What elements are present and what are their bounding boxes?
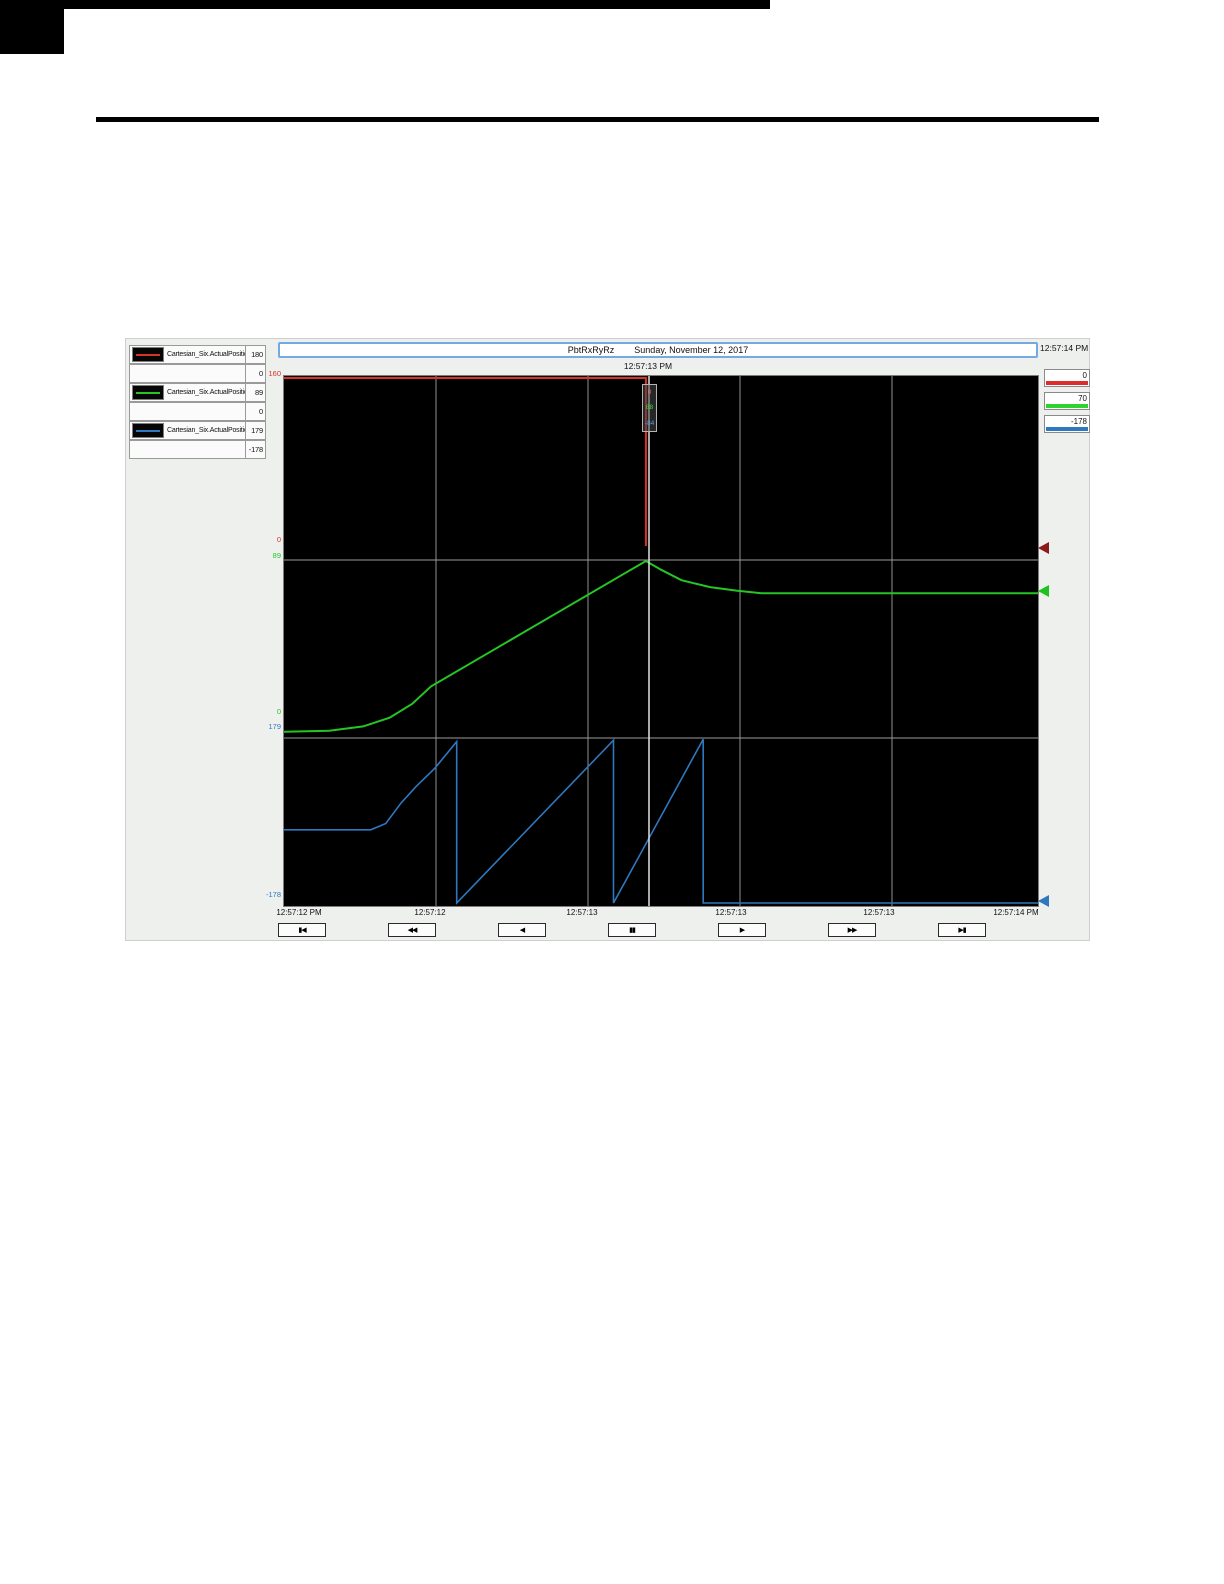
- x-axis-tick-label: 12:57:13: [566, 908, 598, 917]
- play-back-button[interactable]: ◀: [498, 923, 546, 937]
- legend-value: -178: [245, 440, 266, 459]
- cursor-time-label: 12:57:13 PM: [623, 361, 673, 371]
- pen-value: -178: [1070, 417, 1087, 426]
- pause-button[interactable]: ▮▮: [608, 923, 656, 937]
- legend-value: 89: [245, 383, 266, 402]
- trend-plot-area: [283, 375, 1039, 907]
- trace-blue: [284, 738, 1038, 905]
- y-axis-label-blue-max: 179: [268, 722, 281, 731]
- legend-value: 0: [245, 402, 266, 421]
- legend-value: 179: [245, 421, 266, 440]
- pen-color-bar: [1046, 427, 1088, 431]
- legend-tag-label: Cartesian_Six.ActualPosition[4]: [167, 389, 245, 396]
- y-axis-label-green-min: 0: [276, 707, 281, 716]
- pen-marker-arrow-blue: [1038, 895, 1049, 907]
- rewind-button[interactable]: ◀◀: [388, 923, 436, 937]
- pen-value-box-blue: -178: [1044, 415, 1090, 433]
- pen-swatch-blue: [132, 423, 164, 438]
- trace-red: [284, 377, 647, 546]
- cursor-value-blue: -84: [644, 419, 655, 427]
- y-axis-label-blue-min: -178: [265, 890, 281, 899]
- legend-row-tag: Cartesian_Six.ActualPosition[4]: [129, 383, 246, 402]
- cursor-value-red: 0: [647, 389, 652, 397]
- legend-row-tag: [129, 402, 246, 421]
- pen-value-box-green: 70: [1044, 392, 1090, 410]
- x-axis-tick-label: 12:57:14 PM: [993, 908, 1039, 917]
- step-start-button[interactable]: ▮◀: [278, 923, 326, 937]
- y-axis-label-red-max: 160: [268, 369, 281, 378]
- trace-green: [283, 559, 1038, 733]
- x-axis-tick-label: 12:57:12: [414, 908, 446, 917]
- trend-title-bar: PbtRxRyRz Sunday, November 12, 2017: [278, 342, 1038, 358]
- document-page: Cartesian_Six.ActualPosition[3] 180 0 Ca…: [0, 0, 1224, 1584]
- step-end-button[interactable]: ▶▮: [938, 923, 986, 937]
- pen-value: 70: [1078, 394, 1087, 403]
- pen-value: 0: [1082, 371, 1087, 380]
- pen-color-bar: [1046, 404, 1088, 408]
- current-time-label: 12:57:14 PM: [1040, 343, 1089, 353]
- legend-row-tag: Cartesian_Six.ActualPosition[3]: [129, 345, 246, 364]
- x-axis-tick-label: 12:57:13: [863, 908, 895, 917]
- legend-tag-label: Cartesian_Six.ActualPosition[5]: [167, 427, 245, 434]
- pen-swatch-green: [132, 385, 164, 400]
- legend-value: 180: [245, 345, 266, 364]
- trend-plot: [283, 376, 1038, 906]
- pen-value-box-red: 0: [1044, 369, 1090, 387]
- trend-title: PbtRxRyRz: [567, 345, 615, 355]
- cursor-value-flag[interactable]: 0 88 -84: [642, 384, 657, 432]
- pen-marker-arrow-green: [1038, 585, 1049, 597]
- play-forward-button[interactable]: ▶: [718, 923, 766, 937]
- y-axis-label-green-max: 89: [272, 551, 281, 560]
- legend-row-tag: [129, 364, 246, 383]
- fast-forward-button[interactable]: ▶▶: [828, 923, 876, 937]
- horizontal-rule: [96, 117, 1099, 122]
- x-axis-tick-label: 12:57:13: [715, 908, 747, 917]
- x-axis-tick-label: 12:57:12 PM: [276, 908, 322, 917]
- y-axis-label-red-min: 0: [276, 535, 281, 544]
- legend-tag-label: Cartesian_Six.ActualPosition[3]: [167, 351, 245, 358]
- pen-marker-arrow-red: [1038, 542, 1049, 554]
- legend-row-tag: [129, 440, 246, 459]
- cursor-value-green: 88: [645, 404, 654, 412]
- pen-swatch-red: [132, 347, 164, 362]
- trend-date: Sunday, November 12, 2017: [634, 345, 749, 355]
- page-top-strip: [0, 0, 770, 9]
- page-corner-block: [0, 0, 64, 54]
- legend-row-tag: Cartesian_Six.ActualPosition[5]: [129, 421, 246, 440]
- pen-color-bar: [1046, 381, 1088, 385]
